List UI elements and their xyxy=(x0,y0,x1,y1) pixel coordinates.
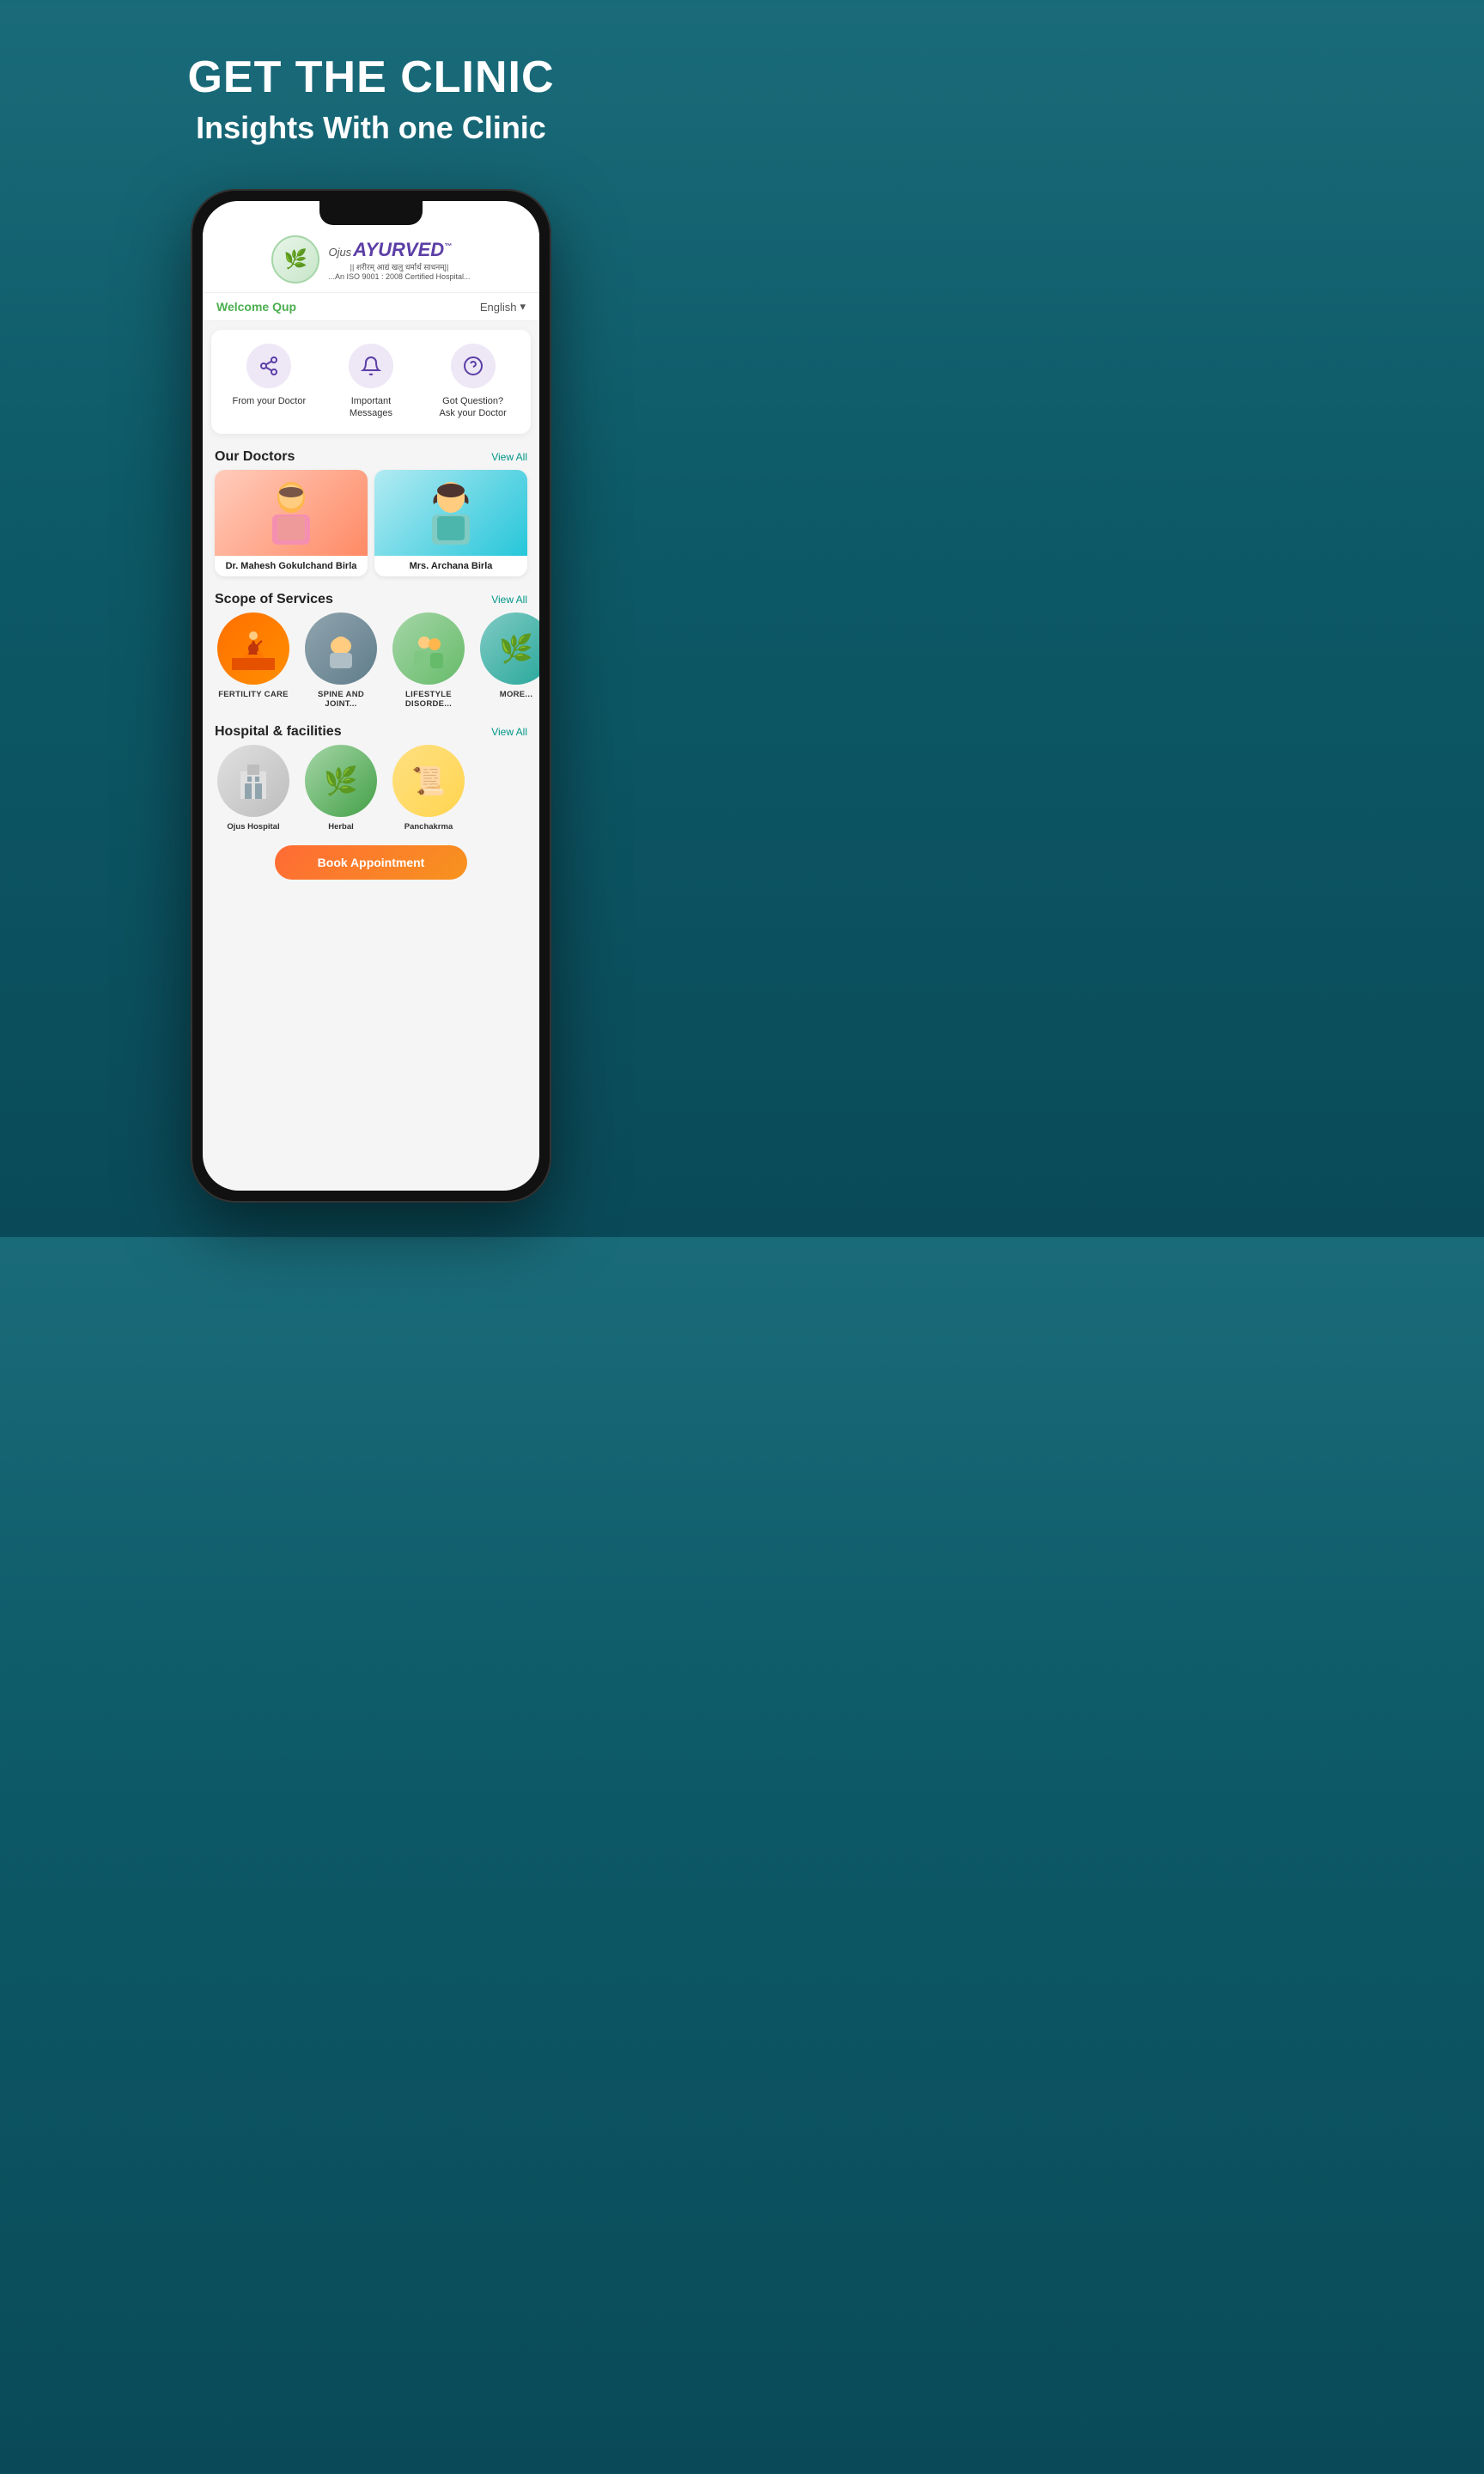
action-ask-doctor[interactable]: Got Question? Ask your Doctor xyxy=(435,344,512,420)
service-label-1: FERTILITY CARE xyxy=(218,690,289,699)
logo-tagline-2: ...An ISO 9001 : 2008 Certified Hospital… xyxy=(328,272,470,281)
messages-icon xyxy=(349,344,393,388)
doctor-name-2: Mrs. Archana Birla xyxy=(374,556,527,576)
doctor-photo-2 xyxy=(374,470,527,556)
services-title: Scope of Services xyxy=(215,592,333,607)
question-icon xyxy=(451,344,496,388)
service-icon-1 xyxy=(217,612,289,685)
language-selector[interactable]: English ▾ xyxy=(480,300,526,314)
hero-title: GET THE CLINIC xyxy=(187,52,554,103)
action-important-messages[interactable]: Important Messages xyxy=(332,344,410,420)
doctors-section-header: Our Doctors View All xyxy=(203,442,539,470)
hospital-label-1: Ojus Hospital xyxy=(227,822,279,832)
service-item-4[interactable]: 🌿 MORE... xyxy=(477,612,539,709)
service-icon-2 xyxy=(305,612,377,685)
doctors-grid: Dr. Mahesh Gokulchand Birla xyxy=(203,470,539,585)
doctor-photo-1 xyxy=(215,470,368,556)
hospital-icon-2: 🌿 xyxy=(305,745,377,817)
hospital-list: Ojus Hospital 🌿 Herbal 📜 Panchakrma xyxy=(203,745,539,840)
book-appointment-button[interactable]: Book Appointment xyxy=(275,845,468,880)
service-item-2[interactable]: SPINE AND JOINT... xyxy=(302,612,380,709)
hospital-label-2: Herbal xyxy=(328,822,354,832)
quick-actions-panel: From your Doctor Important Messages xyxy=(211,330,531,434)
service-label-2: SPINE AND JOINT... xyxy=(302,690,380,709)
hospital-item-2[interactable]: 🌿 Herbal xyxy=(302,745,380,832)
logo-text: Ojus AYURVED™ || शरीरम् आद्यं खलु धर्मार… xyxy=(328,239,470,281)
doctors-view-all[interactable]: View All xyxy=(491,451,527,463)
ask-doctor-label: Got Question? Ask your Doctor xyxy=(435,395,512,420)
language-label: English xyxy=(480,301,517,314)
logo-tm: ™ xyxy=(444,241,452,250)
book-btn-container: Book Appointment xyxy=(203,840,539,887)
service-icon-4: 🌿 xyxy=(480,612,539,685)
services-view-all[interactable]: View All xyxy=(491,594,527,606)
chevron-down-icon: ▾ xyxy=(520,300,526,314)
logo-brand: AYURVED™ xyxy=(353,239,452,261)
service-label-4: MORE... xyxy=(500,690,533,699)
service-item-1[interactable]: FERTILITY CARE xyxy=(215,612,292,709)
doctor-name-1: Dr. Mahesh Gokulchand Birla xyxy=(215,556,368,576)
hero-subtitle: Insights With one Clinic xyxy=(196,110,546,146)
services-list: FERTILITY CARE SPINE AND JOINT... xyxy=(203,612,539,717)
messages-label: Important Messages xyxy=(332,395,410,420)
action-from-doctor[interactable]: From your Doctor xyxy=(230,344,307,407)
welcome-bar: Welcome Qup English ▾ xyxy=(203,293,539,321)
doctor-card-1[interactable]: Dr. Mahesh Gokulchand Birla xyxy=(215,470,368,576)
from-doctor-label: From your Doctor xyxy=(233,395,307,407)
hospital-section-header: Hospital & facilities View All xyxy=(203,717,539,745)
service-label-3: LIFESTYLE DISORDE... xyxy=(390,690,467,709)
logo-tagline-1: || शरीरम् आद्यं खलु धर्मार्थ साधनम्|| xyxy=(328,261,470,272)
logo-area: 🌿 Ojus AYURVED™ || शरीरम् आद्यं खलु धर्म… xyxy=(271,235,470,283)
phone-mockup: 🌿 Ojus AYURVED™ || शरीरम् आद्यं खलु धर्म… xyxy=(191,189,551,1203)
welcome-text: Welcome Qup xyxy=(216,300,296,314)
phone-notch xyxy=(319,201,423,225)
hospital-view-all[interactable]: View All xyxy=(491,726,527,738)
hospital-item-1[interactable]: Ojus Hospital xyxy=(215,745,292,832)
doctors-title: Our Doctors xyxy=(215,449,295,465)
hospital-title: Hospital & facilities xyxy=(215,724,342,740)
hospital-item-3[interactable]: 📜 Panchakrma xyxy=(390,745,467,832)
services-section-header: Scope of Services View All xyxy=(203,585,539,612)
app-logo-icon: 🌿 xyxy=(271,235,319,283)
hospital-icon-1 xyxy=(217,745,289,817)
doctors-section: Our Doctors View All Dr. Ma xyxy=(203,442,539,585)
from-doctor-icon xyxy=(246,344,291,388)
service-item-3[interactable]: LIFESTYLE DISORDE... xyxy=(390,612,467,709)
services-section: Scope of Services View All xyxy=(203,585,539,717)
hospital-section: Hospital & facilities View All xyxy=(203,717,539,840)
doctor-card-2[interactable]: Mrs. Archana Birla xyxy=(374,470,527,576)
logo-prefix: Ojus xyxy=(328,246,351,259)
phone-screen: 🌿 Ojus AYURVED™ || शरीरम् आद्यं खलु धर्म… xyxy=(203,201,539,1191)
hospital-label-3: Panchakrma xyxy=(404,822,453,832)
service-icon-3 xyxy=(392,612,465,685)
hospital-icon-3: 📜 xyxy=(392,745,465,817)
